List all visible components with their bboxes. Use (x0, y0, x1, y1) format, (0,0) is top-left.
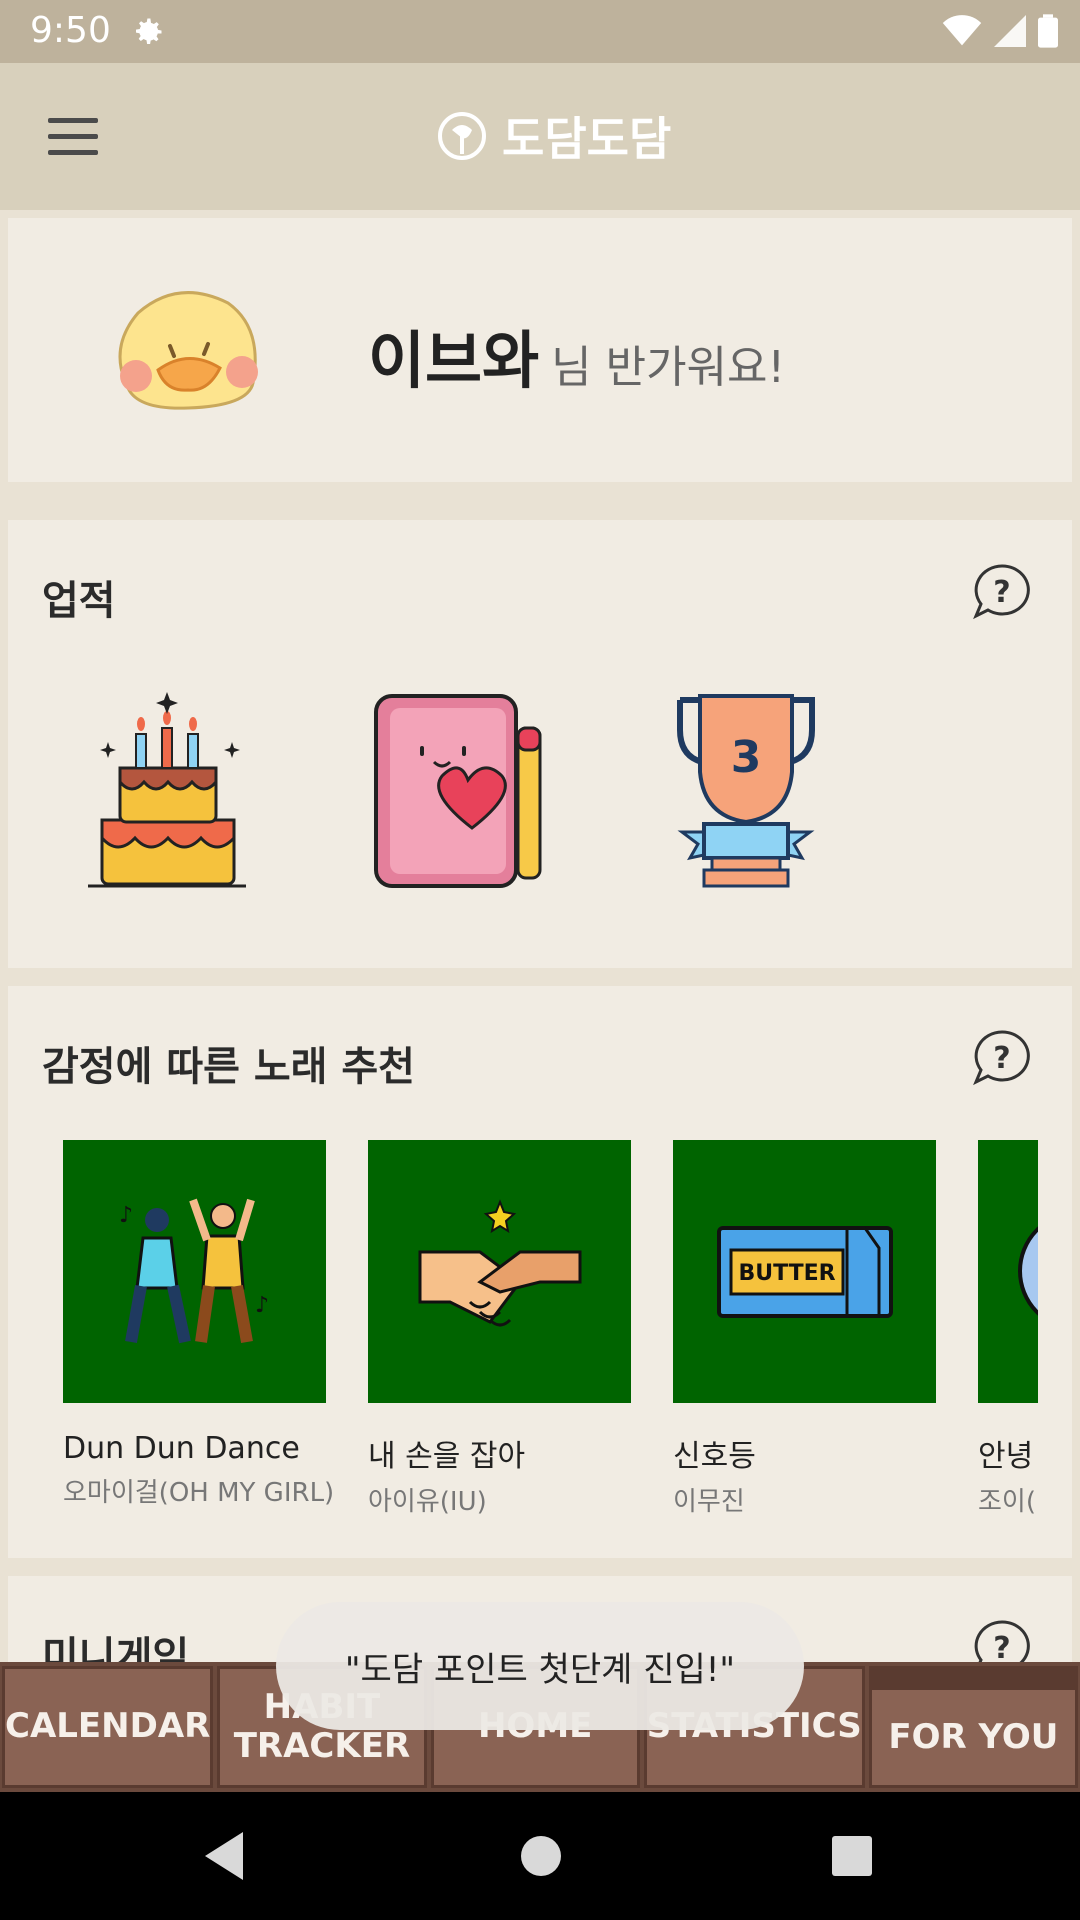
butter-label: BUTTER (738, 1261, 835, 1286)
achievements-title: 업적 (42, 578, 116, 624)
song-artist: 조이(... (978, 1487, 1038, 1517)
svg-text:?: ? (993, 575, 1010, 610)
duck-avatar-icon (118, 291, 258, 410)
dancing-people-icon: ♪ ♪ (119, 1198, 269, 1343)
song-tile[interactable]: 내 손을 잡아 아이유(IU) (368, 1140, 631, 1518)
svg-text:?: ? (993, 1631, 1010, 1666)
svg-text:♪: ♪ (255, 1293, 269, 1318)
home-icon[interactable] (521, 1836, 561, 1876)
settings-gear-icon (136, 18, 162, 44)
recent-apps-icon[interactable] (832, 1836, 872, 1876)
song-title: 안녕 (978, 1439, 1034, 1474)
song-artist: 이무진 (673, 1487, 745, 1517)
album-art (368, 1140, 631, 1403)
album-art: BUTTER (673, 1140, 936, 1403)
help-question-icon[interactable]: ? (972, 562, 1032, 622)
song-tile[interactable]: BUTTER 신호등 이무진 (673, 1140, 936, 1518)
app-title: 도담도담 (436, 103, 671, 169)
song-artist: 오마이걸(OH MY GIRL) (63, 1478, 335, 1508)
app-logo-icon (438, 112, 486, 160)
song-tile[interactable]: 안녕 조이(... (978, 1140, 1038, 1518)
signal-icon (994, 15, 1026, 47)
trophy-3-icon[interactable]: 3 (674, 692, 818, 892)
back-icon[interactable] (205, 1832, 243, 1880)
handshake-icon (418, 1198, 581, 1326)
album-art: ♪ ♪ (63, 1140, 326, 1403)
toast-message: "도담 포인트 첫단계 진입!" (276, 1602, 804, 1730)
diary-heart-icon[interactable] (372, 692, 556, 892)
song-tile[interactable]: ♪ ♪ Dun Dun Dance 오마이걸(OH MY GIRL) (63, 1140, 335, 1509)
greeting-text: 이브와 님 반가워요! (368, 310, 785, 400)
partial-art-icon (1018, 1226, 1038, 1316)
song-title: 내 손을 잡아 (368, 1439, 526, 1474)
status-bar: 9:50 (0, 0, 1080, 63)
tab-label: CALENDAR (5, 1706, 211, 1747)
song-title: Dun Dun Dance (63, 1431, 300, 1466)
greeting-card: 이브와 님 반가워요! (8, 218, 1072, 482)
menu-hamburger-icon[interactable] (48, 118, 98, 155)
tab-calendar[interactable]: CALENDAR (2, 1666, 214, 1788)
trophy-number: 3 (731, 732, 762, 783)
battery-icon (1038, 14, 1058, 48)
status-time: 9:50 (30, 10, 111, 51)
greeting-message: 님 반가워요! (551, 342, 786, 393)
birthday-cake-icon[interactable] (86, 692, 248, 892)
system-nav-bar (0, 1792, 1080, 1920)
song-artist: 아이유(IU) (368, 1487, 487, 1517)
tab-for-you[interactable]: FOR YOU (868, 1666, 1078, 1788)
wifi-icon (942, 15, 982, 46)
album-art (978, 1140, 1038, 1403)
tab-label: FOR YOU (888, 1716, 1059, 1757)
achievements-card: 업적 ? 3 (8, 520, 1072, 968)
svg-text:♪: ♪ (119, 1203, 133, 1228)
app-title-text: 도담도담 (502, 112, 672, 166)
music-recommendation-card: 감정에 따른 노래 추천 ? ♪ ♪ Dun Dun Dance 오마이걸(OH… (8, 986, 1072, 1558)
app-bar: 도담도담 (0, 63, 1080, 210)
user-name: 이브와 (368, 324, 540, 397)
song-carousel[interactable]: ♪ ♪ Dun Dun Dance 오마이걸(OH MY GIRL) 내 손을 … (8, 986, 1038, 1558)
song-title: 신호등 (673, 1439, 756, 1474)
butter-icon: BUTTER (716, 1225, 893, 1318)
